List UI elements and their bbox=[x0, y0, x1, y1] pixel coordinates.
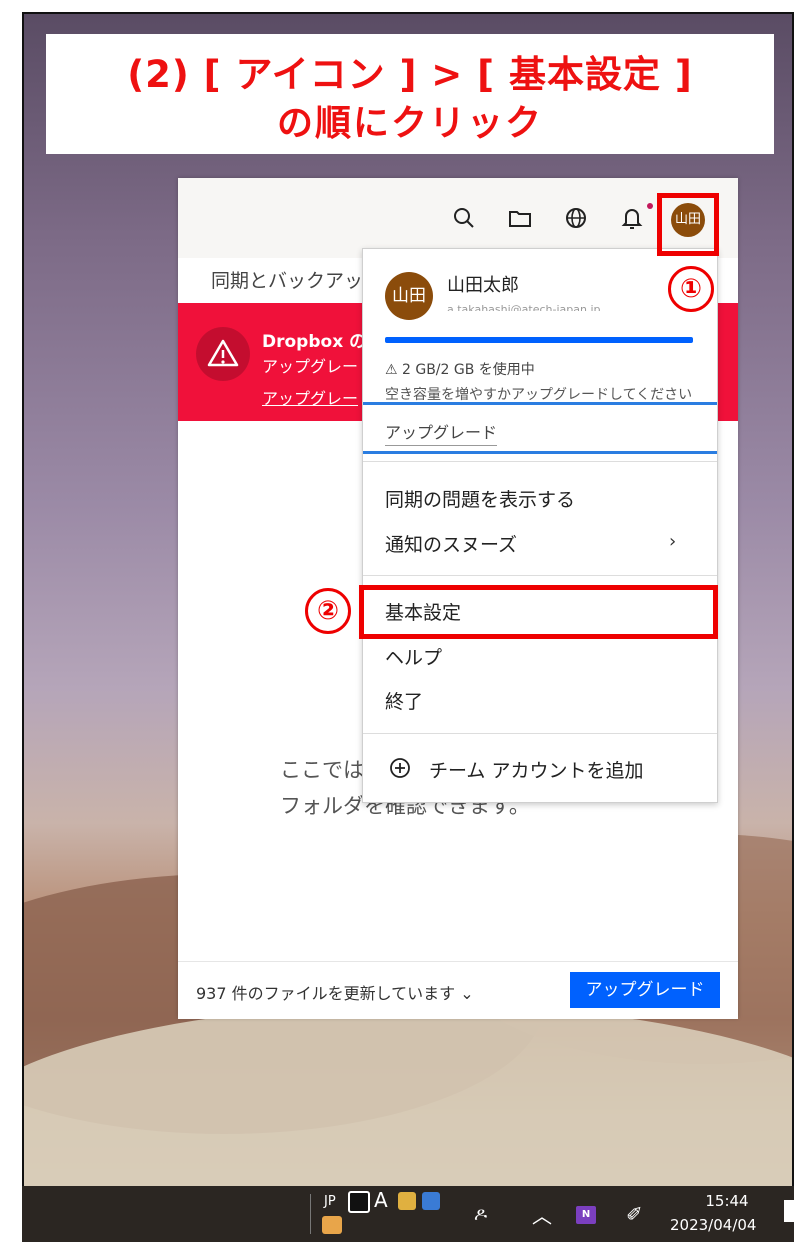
notification-dot bbox=[647, 203, 653, 209]
folder-icon[interactable] bbox=[506, 204, 534, 232]
plus-circle-icon bbox=[390, 758, 410, 778]
free-up-text: 空き容量を増やすかアップグレードしてください bbox=[385, 387, 693, 403]
people-icon[interactable]: ዶ bbox=[474, 1204, 487, 1225]
bell-icon[interactable] bbox=[618, 204, 646, 232]
clock-time[interactable]: 15:44 bbox=[682, 1192, 772, 1210]
sync-status-dropdown[interactable]: 937 件のファイルを更新しています ⌄ bbox=[196, 980, 474, 1004]
user-name: 山田太郎 bbox=[447, 275, 519, 296]
highlight-line-top bbox=[363, 402, 717, 405]
chevron-right-icon: › bbox=[669, 531, 677, 552]
taskbar-divider bbox=[310, 1194, 311, 1234]
ime-mode[interactable]: A bbox=[374, 1188, 388, 1212]
ime-indicator[interactable]: JP bbox=[324, 1194, 336, 1209]
empty-state-line-1: ここでは bbox=[280, 758, 364, 782]
highlight-line-bottom bbox=[363, 451, 717, 454]
alert-upgrade-link[interactable]: アップグレー bbox=[262, 385, 358, 409]
instruction-banner: (2) [ アイコン ] > [ 基本設定 ] の順にクリック bbox=[46, 34, 774, 154]
user-email: a.takahashi@atech-japan.jp bbox=[447, 303, 601, 311]
account-menu: 山田 山田太郎 a.takahashi@atech-japan.jp ⚠ 2 G… bbox=[362, 248, 718, 803]
warning-icon bbox=[196, 327, 250, 381]
upgrade-button[interactable]: アップグレード bbox=[570, 972, 720, 1008]
clock-date[interactable]: 2023/04/04 bbox=[670, 1216, 756, 1234]
menu-item-add-team[interactable]: チーム アカウントを追加 bbox=[429, 756, 643, 783]
instruction-line-2: の順にクリック bbox=[276, 103, 543, 144]
menu-item-sync-issues[interactable]: 同期の問題を表示する bbox=[385, 485, 575, 512]
menu-divider bbox=[363, 733, 717, 734]
sync-backup-title: 同期とバックアッ bbox=[211, 270, 364, 292]
onenote-icon[interactable]: N bbox=[576, 1206, 596, 1224]
alert-title: Dropbox の bbox=[262, 332, 367, 352]
storage-warning: ⚠ 2 GB/2 GB を使用中 bbox=[385, 362, 535, 378]
menu-divider bbox=[363, 575, 717, 576]
highlight-box-avatar bbox=[657, 193, 719, 256]
menu-item-quit[interactable]: 終了 bbox=[385, 687, 423, 714]
status-footer: 937 件のファイルを更新しています ⌄ アップグレード bbox=[178, 961, 738, 1019]
windows-taskbar: JP A ዶ ︿ N ✐ 15:44 2023/04/04 bbox=[22, 1186, 794, 1242]
pen-icon[interactable]: ✐ bbox=[626, 1202, 643, 1226]
globe-icon[interactable] bbox=[562, 204, 590, 232]
chevron-up-icon[interactable]: ︿ bbox=[532, 1200, 552, 1229]
alert-body: アップグレー bbox=[262, 357, 359, 376]
search-icon[interactable] bbox=[450, 204, 478, 232]
ime-j-icon[interactable] bbox=[348, 1191, 370, 1213]
notification-center-icon[interactable] bbox=[784, 1200, 794, 1222]
menu-item-snooze[interactable]: 通知のスヌーズ bbox=[385, 530, 517, 557]
step-2-marker: ② bbox=[305, 588, 351, 634]
storage-usage-bar bbox=[385, 337, 693, 343]
box-tray-icon[interactable] bbox=[322, 1216, 342, 1234]
app-tray-icon[interactable] bbox=[398, 1192, 416, 1210]
top-toolbar: 山田 bbox=[178, 178, 738, 258]
menu-avatar: 山田 bbox=[385, 272, 433, 320]
step-1-marker: ① bbox=[668, 266, 714, 312]
tray-icon[interactable] bbox=[422, 1192, 440, 1210]
menu-upgrade-link[interactable]: アップグレード bbox=[385, 419, 498, 446]
menu-divider bbox=[363, 461, 717, 462]
instruction-line-1: (2) [ アイコン ] > [ 基本設定 ] bbox=[127, 53, 693, 96]
menu-item-help[interactable]: ヘルプ bbox=[385, 643, 442, 670]
highlight-box-preferences bbox=[359, 585, 718, 639]
